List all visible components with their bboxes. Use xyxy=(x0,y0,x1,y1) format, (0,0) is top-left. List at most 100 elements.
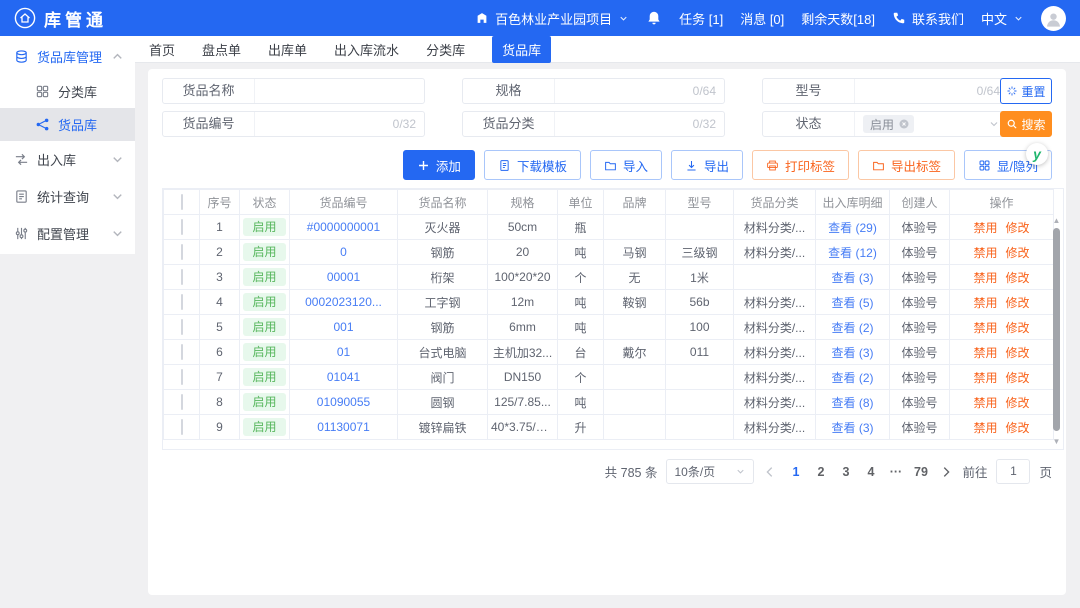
tab-0[interactable]: 首页 xyxy=(149,40,175,59)
close-circle-icon[interactable] xyxy=(898,118,910,130)
page-button-79[interactable]: 79 xyxy=(911,465,930,479)
contact-us-link[interactable]: 联系我们 xyxy=(892,9,964,28)
tasks-link[interactable]: 任务 [1] xyxy=(679,9,723,28)
modify-link[interactable]: 修改 xyxy=(1006,396,1030,410)
status-badge: 启用 xyxy=(243,243,285,261)
row-checkbox[interactable] xyxy=(181,344,183,360)
language-selector[interactable]: 中文 xyxy=(981,9,1024,28)
view-detail-link[interactable]: 查看 (3) xyxy=(831,271,873,285)
messages-link[interactable]: 消息 [0] xyxy=(740,9,784,28)
goods-code-link[interactable]: 01 xyxy=(337,345,350,359)
search-input-0[interactable] xyxy=(255,79,424,103)
disable-link[interactable]: 禁用 xyxy=(973,321,997,335)
modify-link[interactable]: 修改 xyxy=(1006,221,1030,235)
view-detail-link[interactable]: 查看 (29) xyxy=(828,221,877,235)
row-checkbox[interactable] xyxy=(181,369,183,385)
disable-link[interactable]: 禁用 xyxy=(973,396,997,410)
search-input-2[interactable]: 0/64 xyxy=(855,79,1008,103)
view-detail-link[interactable]: 查看 (12) xyxy=(828,246,877,260)
modify-link[interactable]: 修改 xyxy=(1006,246,1030,260)
disable-link[interactable]: 禁用 xyxy=(973,421,997,435)
search-input-3[interactable]: 0/32 xyxy=(255,112,424,136)
goods-code-link[interactable]: #0000000001 xyxy=(307,220,380,234)
modify-link[interactable]: 修改 xyxy=(1006,421,1030,435)
floating-helper-badge[interactable]: y xyxy=(1026,143,1048,165)
search-input-4[interactable]: 0/32 xyxy=(555,112,724,136)
row-checkbox[interactable] xyxy=(181,394,183,410)
disable-link[interactable]: 禁用 xyxy=(973,221,997,235)
user-avatar[interactable] xyxy=(1041,6,1066,31)
prev-page-button[interactable] xyxy=(763,465,777,479)
search-button[interactable]: 搜索 xyxy=(1000,111,1052,137)
row-checkbox[interactable] xyxy=(181,319,183,335)
disable-link[interactable]: 禁用 xyxy=(973,346,997,360)
view-detail-link[interactable]: 查看 (2) xyxy=(831,371,873,385)
reset-button[interactable]: 重置 xyxy=(1000,78,1052,104)
notification-bell-icon[interactable] xyxy=(646,10,662,26)
project-selector[interactable]: 百色林业产业园项目 xyxy=(475,9,629,28)
goods-code-link[interactable]: 0002023120... xyxy=(305,295,382,309)
tab-3[interactable]: 出入库流水 xyxy=(334,40,399,59)
search-input-1[interactable]: 0/64 xyxy=(555,79,724,103)
row-checkbox[interactable] xyxy=(181,294,183,310)
modify-link[interactable]: 修改 xyxy=(1006,321,1030,335)
row-checkbox[interactable] xyxy=(181,244,183,260)
sidebar-group-1[interactable]: 出入库 xyxy=(0,141,135,178)
disable-link[interactable]: 禁用 xyxy=(973,271,997,285)
view-detail-link[interactable]: 查看 (2) xyxy=(831,321,873,335)
toolbar-button-4[interactable]: 打印标签 xyxy=(752,150,849,180)
toolbar-button-2[interactable]: 导入 xyxy=(590,150,662,180)
cell-category: 材料分类/... xyxy=(734,315,816,340)
tab-5[interactable]: 货品库 xyxy=(492,36,551,63)
next-page-button[interactable] xyxy=(939,465,953,479)
goods-code-link[interactable]: 01090055 xyxy=(317,395,370,409)
scrollbar-thumb[interactable] xyxy=(1053,228,1060,431)
page-button-2[interactable]: 2 xyxy=(811,465,830,479)
toolbar-button-3[interactable]: 导出 xyxy=(671,150,743,180)
page-button-3[interactable]: 3 xyxy=(836,465,855,479)
row-checkbox[interactable] xyxy=(181,219,183,235)
view-detail-link[interactable]: 查看 (3) xyxy=(831,346,873,360)
status-select[interactable]: 启用 xyxy=(855,112,1008,136)
status-tag[interactable]: 启用 xyxy=(863,115,914,133)
page-button-···[interactable]: ··· xyxy=(886,465,905,479)
tab-2[interactable]: 出库单 xyxy=(268,40,307,59)
scroll-up-arrow-icon[interactable]: ▲ xyxy=(1051,216,1062,226)
goods-code-link[interactable]: 00001 xyxy=(327,270,360,284)
cell-unit: 吨 xyxy=(558,290,604,315)
page-button-4[interactable]: 4 xyxy=(861,465,880,479)
page-button-1[interactable]: 1 xyxy=(786,465,805,479)
toolbar-button-5[interactable]: 导出标签 xyxy=(858,150,955,180)
toolbar-button-label: 导入 xyxy=(623,156,648,175)
sidebar-item-0-1[interactable]: 货品库 xyxy=(0,108,135,141)
modify-link[interactable]: 修改 xyxy=(1006,346,1030,360)
view-detail-link[interactable]: 查看 (3) xyxy=(831,421,873,435)
tab-4[interactable]: 分类库 xyxy=(426,40,465,59)
toolbar-button-1[interactable]: 下载模板 xyxy=(484,150,581,180)
disable-link[interactable]: 禁用 xyxy=(973,371,997,385)
modify-link[interactable]: 修改 xyxy=(1006,296,1030,310)
cell-spec: 125/7.85... xyxy=(488,390,558,415)
disable-link[interactable]: 禁用 xyxy=(973,296,997,310)
goods-code-link[interactable]: 0 xyxy=(340,245,347,259)
view-detail-link[interactable]: 查看 (5) xyxy=(831,296,873,310)
goods-code-link[interactable]: 01041 xyxy=(327,370,360,384)
modify-link[interactable]: 修改 xyxy=(1006,271,1030,285)
scroll-down-arrow-icon[interactable]: ▼ xyxy=(1051,437,1062,447)
sidebar-group-3[interactable]: 配置管理 xyxy=(0,215,135,252)
disable-link[interactable]: 禁用 xyxy=(973,246,997,260)
sidebar-group-0[interactable]: 货品库管理 xyxy=(0,38,135,75)
row-checkbox[interactable] xyxy=(181,269,183,285)
page-size-select[interactable]: 10条/页 xyxy=(666,459,754,484)
view-detail-link[interactable]: 查看 (8) xyxy=(831,396,873,410)
goods-code-link[interactable]: 01130071 xyxy=(317,420,370,434)
goods-code-link[interactable]: 001 xyxy=(333,320,353,334)
select-all-checkbox[interactable] xyxy=(181,194,183,210)
tab-1[interactable]: 盘点单 xyxy=(202,40,241,59)
goto-page-input[interactable]: 1 xyxy=(996,459,1030,484)
sidebar-item-0-0[interactable]: 分类库 xyxy=(0,75,135,108)
row-checkbox[interactable] xyxy=(181,419,183,435)
toolbar-button-0[interactable]: 添加 xyxy=(403,150,475,180)
modify-link[interactable]: 修改 xyxy=(1006,371,1030,385)
sidebar-group-2[interactable]: 统计查询 xyxy=(0,178,135,215)
